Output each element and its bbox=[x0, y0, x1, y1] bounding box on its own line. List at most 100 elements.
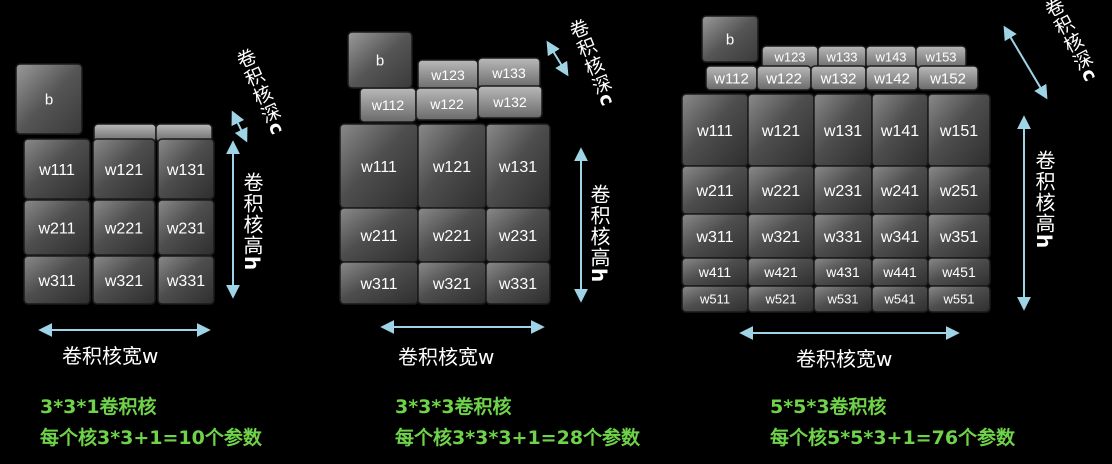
panel1-weight-cube: w111 bbox=[23, 138, 91, 200]
svg-text:w331: w331 bbox=[823, 229, 862, 246]
svg-text:w121: w121 bbox=[761, 123, 800, 140]
svg-text:w221: w221 bbox=[104, 220, 143, 237]
svg-text:w143: w143 bbox=[874, 50, 906, 65]
diagram-canvas: b w111 w121 w131 w211 w221 w231 w311 w321 w331 w12… bbox=[0, 0, 1112, 464]
svg-text:w111: w111 bbox=[38, 162, 75, 179]
panel1-weight-cube: w121 bbox=[92, 138, 156, 200]
panel2-weight-cube: w311 bbox=[339, 261, 419, 305]
svg-text:w142: w142 bbox=[873, 70, 910, 87]
svg-text:w231: w231 bbox=[823, 183, 862, 200]
svg-text:w311: w311 bbox=[37, 273, 75, 290]
panel3-weight-cube: w121 bbox=[747, 93, 815, 167]
svg-text:w451: w451 bbox=[941, 264, 976, 280]
panel3-caption-line1: 5*5*3卷积核 bbox=[770, 396, 887, 418]
panel3-weight-cube: w531 bbox=[813, 285, 873, 313]
panel3-top-back-cube: w133 bbox=[817, 45, 867, 69]
panel2-caption: 3*3*3卷积核 每个核3*3*3+1=28个参数 bbox=[395, 392, 640, 454]
panel3-weight-cube: w151 bbox=[927, 93, 991, 167]
panel3-weight-cube: w241 bbox=[871, 165, 929, 215]
panel3-weight-cube: w511 bbox=[681, 285, 749, 313]
panel1-bias-cube: b bbox=[15, 63, 83, 135]
svg-text:w421: w421 bbox=[763, 264, 798, 280]
svg-text:w321: w321 bbox=[432, 276, 471, 293]
panel1-caption-line2: 每个核3*3+1=10个参数 bbox=[40, 427, 262, 449]
panel3-weight-cube: w311 bbox=[681, 213, 749, 259]
panel3-top-front-cube: w152 bbox=[917, 65, 979, 91]
panel1-weight-cube: w131 bbox=[157, 138, 215, 200]
svg-text:w341: w341 bbox=[880, 229, 919, 246]
svg-text:w551: w551 bbox=[942, 292, 974, 307]
panel2-weight-cube: w231 bbox=[485, 207, 551, 263]
panel3-top-front-cube: w142 bbox=[865, 65, 919, 91]
svg-text:w251: w251 bbox=[939, 183, 978, 200]
panel2-width-label: 卷积核宽w bbox=[398, 345, 495, 369]
svg-text:w521: w521 bbox=[764, 292, 796, 307]
svg-text:w141: w141 bbox=[880, 123, 919, 140]
svg-text:w111: w111 bbox=[696, 123, 733, 140]
svg-text:w111: w111 bbox=[360, 159, 397, 176]
panel1-weight-cube: w321 bbox=[92, 255, 156, 305]
svg-text:w121: w121 bbox=[104, 162, 143, 179]
panel3-width-label: 卷积核宽w bbox=[796, 347, 893, 371]
panel3-top-front-cube: w132 bbox=[810, 65, 867, 91]
svg-text:w112: w112 bbox=[713, 70, 749, 87]
svg-text:w131: w131 bbox=[823, 123, 862, 140]
svg-text:b: b bbox=[726, 31, 734, 48]
svg-text:w221: w221 bbox=[761, 183, 800, 200]
panel2-caption-line1: 3*3*3卷积核 bbox=[395, 396, 512, 418]
panel1-weight-cube: w211 bbox=[23, 199, 91, 256]
panel3-weight-cube: w331 bbox=[813, 213, 873, 259]
panel2-top-cube: w132 bbox=[477, 85, 543, 119]
panel2-top-cube: w123 bbox=[417, 59, 479, 91]
svg-text:w123: w123 bbox=[430, 67, 465, 83]
panel1-height-label: 卷积核高h bbox=[240, 172, 264, 272]
svg-text:w321: w321 bbox=[104, 273, 143, 290]
svg-text:w431: w431 bbox=[825, 264, 860, 280]
panel3-weight-cube: w441 bbox=[871, 257, 929, 287]
svg-text:w531: w531 bbox=[826, 292, 858, 307]
svg-text:w152: w152 bbox=[929, 70, 966, 87]
panel3-caption: 5*5*3卷积核 每个核5*5*3+1=76个参数 bbox=[770, 392, 1015, 454]
panel3-top-back-cube: w153 bbox=[915, 45, 967, 69]
svg-text:w133: w133 bbox=[491, 65, 526, 81]
svg-text:w121: w121 bbox=[432, 159, 471, 176]
svg-text:w241: w241 bbox=[880, 183, 919, 200]
svg-text:w211: w211 bbox=[37, 220, 75, 237]
svg-text:w132: w132 bbox=[492, 94, 527, 110]
panel3-weight-cube: w411 bbox=[681, 257, 749, 287]
panel2-weight-cube: w331 bbox=[485, 261, 551, 305]
panel3-weight-cube: w141 bbox=[871, 93, 929, 167]
panel2-top-cube: w133 bbox=[477, 57, 541, 89]
panel2-weight-cube: w221 bbox=[417, 207, 487, 263]
svg-text:w123: w123 bbox=[773, 50, 805, 65]
panel3-weight-cube: w351 bbox=[927, 213, 991, 259]
svg-text:w351: w351 bbox=[939, 229, 978, 246]
panel3-weight-cube: w131 bbox=[813, 93, 873, 167]
panel1-weight-cube: w311 bbox=[23, 255, 91, 305]
svg-text:w511: w511 bbox=[699, 292, 730, 307]
panel2-depth-arrow bbox=[546, 40, 569, 77]
panel3-weight-cube: w341 bbox=[871, 213, 929, 259]
panel3-depth-arrow bbox=[1003, 25, 1048, 100]
panel2-weight-cube: w121 bbox=[417, 123, 487, 209]
svg-text:w211: w211 bbox=[695, 183, 733, 200]
panel1-weight-cube: w231 bbox=[157, 199, 215, 256]
panel1-weight-cube: w331 bbox=[157, 255, 215, 305]
panel3-weight-cube: w231 bbox=[813, 165, 873, 215]
panel1-caption: 3*3*1卷积核 每个核3*3+1=10个参数 bbox=[40, 392, 262, 454]
svg-text:w112: w112 bbox=[371, 97, 405, 113]
panel3-top-back-cube: w143 bbox=[865, 45, 917, 69]
svg-text:w132: w132 bbox=[820, 70, 857, 87]
svg-text:w331: w331 bbox=[498, 276, 537, 293]
svg-text:w122: w122 bbox=[765, 70, 802, 87]
panel2-weight-cube: w211 bbox=[339, 207, 419, 263]
panel2-weight-cube: w111 bbox=[339, 123, 419, 209]
panel2-top-cube: w112 bbox=[359, 87, 417, 123]
svg-text:w541: w541 bbox=[883, 292, 915, 307]
svg-text:w231: w231 bbox=[166, 220, 205, 237]
panel1-width-label: 卷积核宽w bbox=[62, 344, 159, 368]
panel2-top-cube: w122 bbox=[415, 87, 479, 121]
panel3-top-back-cube: w123 bbox=[761, 45, 819, 69]
svg-text:w211: w211 bbox=[359, 228, 397, 245]
panel2-weight-cube: w131 bbox=[485, 123, 551, 209]
